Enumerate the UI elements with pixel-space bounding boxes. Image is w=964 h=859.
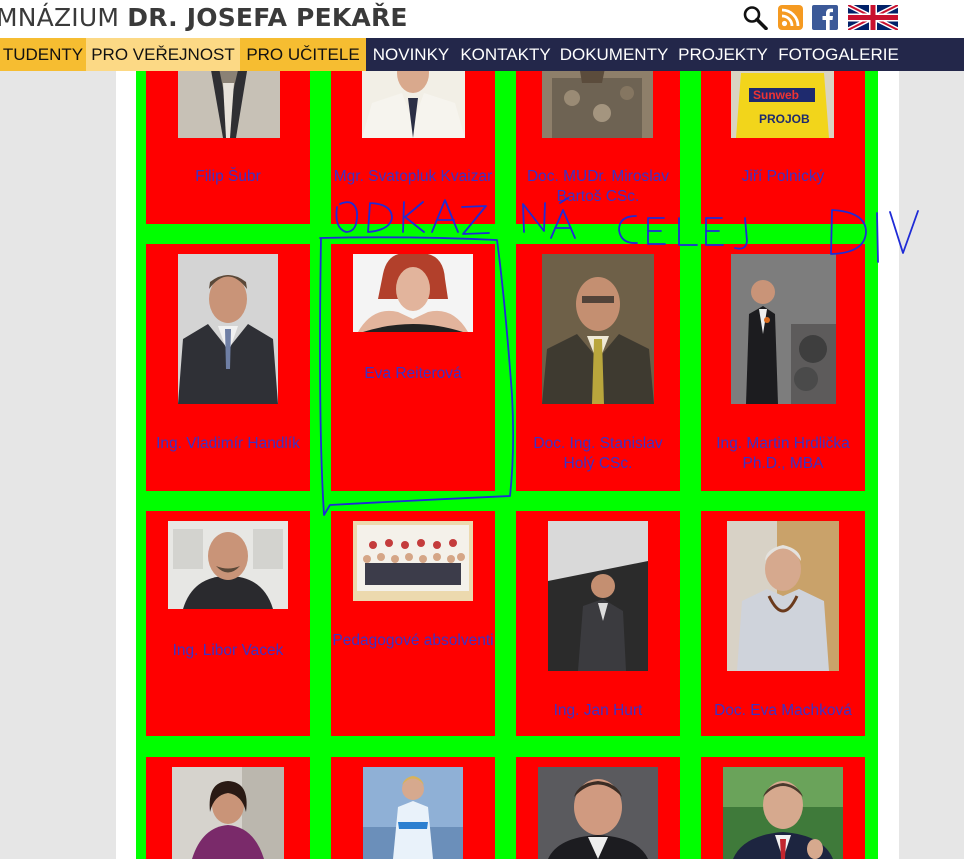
person-name: Ing. Jan Hurt <box>553 702 643 719</box>
person-name: Mgr. Svatopluk Kvaizar <box>333 168 493 185</box>
person-photo <box>548 521 648 671</box>
nav-item-kontakty[interactable]: KONTAKTY <box>456 38 555 71</box>
person-photo <box>362 71 465 138</box>
person-card[interactable]: Ing. Jan Hurt <box>516 511 680 736</box>
person-card[interactable]: Pedagogové absolventi <box>331 511 495 736</box>
person-photo <box>353 521 473 601</box>
person-card[interactable] <box>701 757 865 859</box>
nav-item-pro-verejnost[interactable]: PRO VEŘEJNOST <box>86 38 240 71</box>
person-photo <box>178 254 278 404</box>
person-name: Pedagogové absolventi <box>332 632 494 649</box>
person-card[interactable]: Ing. Vladimír Handlík <box>146 244 310 491</box>
site-title-light: MNÁZIUM <box>0 3 128 32</box>
person-photo <box>727 521 839 671</box>
person-name: Doc. Eva Machková <box>714 702 852 719</box>
nav-item-fotogalerie[interactable]: FOTOGALERIE <box>773 38 904 71</box>
people-grid: Filip Šubr Mgr. Svatopluk Kvaizar Doc. M… <box>136 71 878 859</box>
facebook-icon[interactable] <box>812 5 838 30</box>
person-name: Eva Reiterová <box>364 365 462 382</box>
person-name: Jiří Polnický <box>741 168 825 185</box>
person-card[interactable]: Eva Reiterová <box>331 244 495 491</box>
person-photo <box>723 767 843 859</box>
person-name: Doc. Ing. Stanislav Holý CSc. <box>533 435 663 472</box>
nav-item-dokumenty[interactable]: DOKUMENTY <box>555 38 673 71</box>
person-name: Filip Šubr <box>195 168 261 185</box>
uk-flag-icon[interactable] <box>848 5 898 30</box>
nav-item-novinky[interactable]: NOVINKY <box>366 38 456 71</box>
person-photo <box>731 254 836 404</box>
person-card[interactable]: Sunweb PROJOB Jiří Polnický <box>701 71 865 224</box>
person-name: Ing. Libor Vacek <box>172 642 284 659</box>
search-icon[interactable] <box>742 5 768 30</box>
site-title-bold: DR. JOSEFA PEKAŘE <box>127 3 408 32</box>
person-card[interactable] <box>331 757 495 859</box>
person-card[interactable]: Filip Šubr <box>146 71 310 224</box>
svg-text:PROJOB: PROJOB <box>759 112 810 126</box>
person-card[interactable]: Doc. Eva Machková <box>701 511 865 736</box>
person-photo <box>353 254 473 332</box>
person-name: Ing. Vladimír Handlík <box>156 435 300 452</box>
person-photo <box>542 71 653 138</box>
person-photo <box>168 521 288 609</box>
person-photo <box>363 767 463 859</box>
nav-item-projekty[interactable]: PROJEKTY <box>673 38 773 71</box>
person-card[interactable] <box>516 757 680 859</box>
person-photo: Sunweb PROJOB <box>731 71 834 138</box>
person-name: Doc. MUDr. Miroslav Bartoš CSc. <box>526 168 670 205</box>
nav-item-studenty[interactable]: TUDENTY <box>0 38 86 71</box>
person-card[interactable]: Mgr. Svatopluk Kvaizar <box>331 71 495 224</box>
person-photo <box>542 254 654 404</box>
person-card[interactable]: Ing. Martin Hrdlička Ph.D., MBA <box>701 244 865 491</box>
person-photo <box>172 767 284 859</box>
person-card[interactable]: Ing. Libor Vacek <box>146 511 310 736</box>
main-navigation: TUDENTY PRO VEŘEJNOST PRO UČITELE NOVINK… <box>0 38 964 71</box>
nav-item-pro-ucitele[interactable]: PRO UČITELE <box>240 38 366 71</box>
person-card[interactable] <box>146 757 310 859</box>
person-card[interactable]: Doc. MUDr. Miroslav Bartoš CSc. <box>516 71 680 224</box>
person-name: Ing. Martin Hrdlička Ph.D., MBA <box>716 435 850 472</box>
site-title[interactable]: MNÁZIUM DR. JOSEFA PEKAŘE <box>0 3 408 32</box>
person-photo <box>538 767 658 859</box>
person-card[interactable]: Doc. Ing. Stanislav Holý CSc. <box>516 244 680 491</box>
site-header: MNÁZIUM DR. JOSEFA PEKAŘE <box>0 0 964 38</box>
svg-text:Sunweb: Sunweb <box>753 88 799 102</box>
person-photo <box>178 71 280 138</box>
rss-icon[interactable] <box>778 5 803 30</box>
